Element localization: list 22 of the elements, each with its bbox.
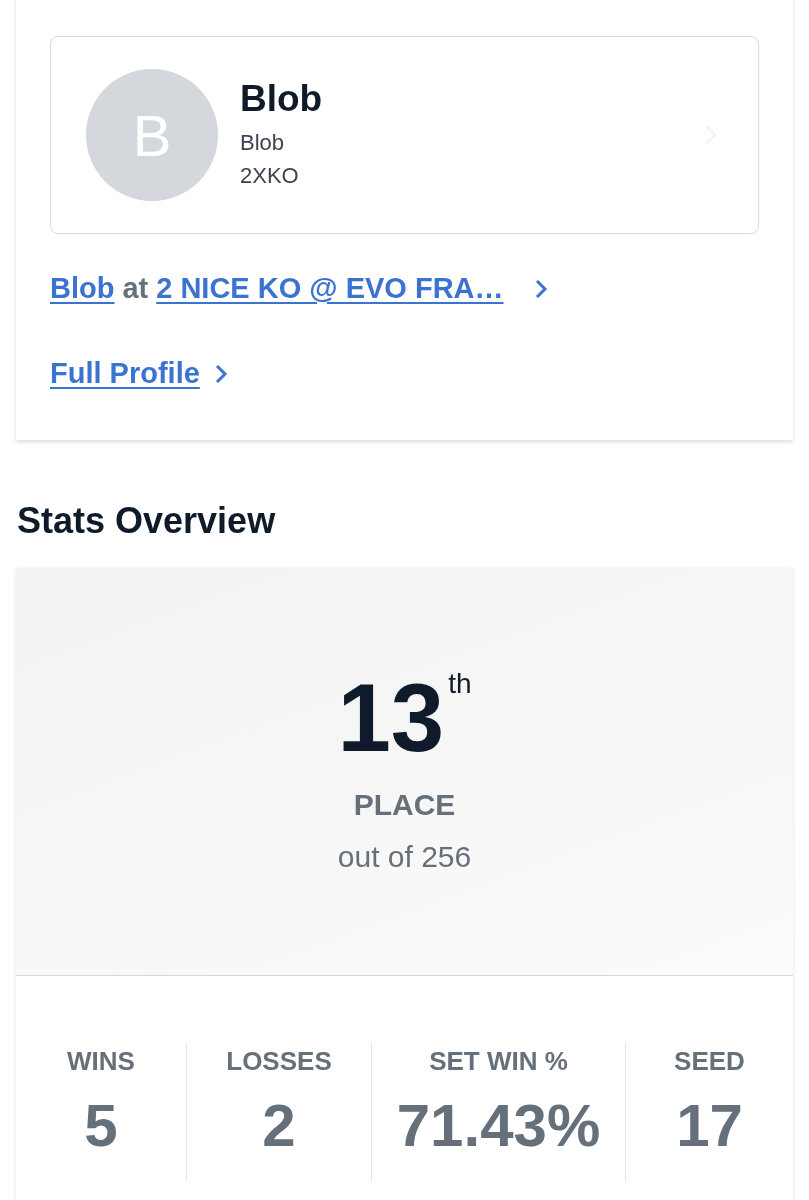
place-label: PLACE bbox=[353, 788, 456, 822]
stat-value: 17 bbox=[676, 1091, 743, 1160]
stat-label: WINS bbox=[67, 1046, 135, 1077]
ordinal-suffix: th bbox=[448, 668, 472, 700]
full-profile-link[interactable]: Full Profile bbox=[50, 357, 200, 390]
stat-label: LOSSES bbox=[226, 1046, 332, 1077]
player-link[interactable]: Blob bbox=[50, 272, 115, 305]
entrants-total: out of 256 bbox=[337, 840, 472, 874]
stat-value: 2 bbox=[262, 1091, 296, 1160]
stat-value: 5 bbox=[84, 1091, 118, 1160]
connector-text: at bbox=[122, 272, 149, 305]
chevron-icon[interactable] bbox=[533, 277, 548, 300]
stat-label: SEED bbox=[674, 1046, 745, 1077]
section-title: Stats Overview bbox=[17, 500, 277, 542]
placement-rank: 13 bbox=[337, 668, 445, 768]
stat-label: SET WIN % bbox=[429, 1046, 568, 1077]
player-name: Blob bbox=[240, 78, 324, 120]
game-name: 2XKO bbox=[240, 162, 300, 190]
event-link[interactable]: 2 NICE KO @ EVO FRA… bbox=[156, 272, 504, 305]
player-subtitle: Blob bbox=[240, 129, 286, 157]
stat-value: 71.43% bbox=[396, 1091, 601, 1160]
chevron-icon[interactable] bbox=[213, 362, 228, 385]
